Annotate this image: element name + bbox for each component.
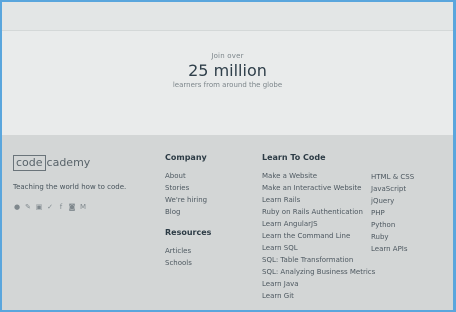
link-articles[interactable]: Articles [165, 245, 211, 257]
link-learn-2[interactable]: Learn Rails [262, 194, 375, 206]
logo-cademy: cademy [46, 156, 91, 169]
stats-prefix: Join over [211, 52, 244, 60]
link-learn-10[interactable]: Learn Git [262, 290, 375, 302]
instagram-icon[interactable]: ◙ [68, 203, 76, 211]
logo-code: code [13, 155, 46, 171]
link-learn-apis[interactable]: Learn APIs [371, 243, 414, 255]
learn-column-2: HTML & CSS JavaScript jQuery PHP Python … [371, 171, 414, 255]
link-learn-6[interactable]: Learn SQL [262, 242, 375, 254]
link-learn-1[interactable]: Make an Interactive Website [262, 182, 375, 194]
link-schools[interactable]: Schools [165, 257, 211, 269]
footer: code cademy Teaching the world how to co… [2, 135, 453, 310]
learn-heading: Learn To Code [262, 153, 326, 162]
link-learn-7[interactable]: SQL: Table Transformation [262, 254, 375, 266]
google-icon[interactable]: ✎ [24, 203, 32, 211]
stats-count: 25 million [188, 61, 267, 80]
company-heading: Company [165, 153, 207, 162]
link-ruby[interactable]: Ruby [371, 231, 414, 243]
tagline: Teaching the world how to code. [13, 183, 127, 191]
page-frame: Join over 25 million learners from aroun… [2, 2, 453, 310]
link-javascript[interactable]: JavaScript [371, 183, 414, 195]
link-python[interactable]: Python [371, 219, 414, 231]
link-php[interactable]: PHP [371, 207, 414, 219]
resources-column: Resources Articles Schools [165, 228, 211, 269]
social-links: ● ✎ ▣ ✓ f ◙ M [13, 203, 87, 211]
company-column: Company About Stories We're hiring Blog [165, 153, 207, 218]
reddit-icon[interactable]: ● [13, 203, 21, 211]
link-html-css[interactable]: HTML & CSS [371, 171, 414, 183]
stats-suffix: learners from around the globe [172, 81, 283, 89]
link-learn-5[interactable]: Learn the Command Line [262, 230, 375, 242]
link-jquery[interactable]: jQuery [371, 195, 414, 207]
link-stories[interactable]: Stories [165, 182, 207, 194]
youtube-icon[interactable]: ▣ [35, 203, 43, 211]
link-learn-8[interactable]: SQL: Analyzing Business Metrics [262, 266, 375, 278]
link-learn-9[interactable]: Learn Java [262, 278, 375, 290]
link-hiring[interactable]: We're hiring [165, 194, 207, 206]
top-strip [2, 2, 453, 31]
link-learn-4[interactable]: Learn AngularJS [262, 218, 375, 230]
facebook-icon[interactable]: f [57, 203, 65, 211]
link-about[interactable]: About [165, 170, 207, 182]
codecademy-logo[interactable]: code cademy [13, 155, 90, 171]
learner-stats: Join over 25 million learners from aroun… [2, 52, 453, 89]
link-learn-3[interactable]: Ruby on Rails Authentication [262, 206, 375, 218]
learn-column: Learn To Code Make a Website Make an Int… [262, 153, 375, 302]
resources-heading: Resources [165, 228, 212, 237]
link-learn-0[interactable]: Make a Website [262, 170, 375, 182]
medium-icon[interactable]: M [79, 203, 87, 211]
link-blog[interactable]: Blog [165, 206, 207, 218]
twitter-icon[interactable]: ✓ [46, 203, 54, 211]
